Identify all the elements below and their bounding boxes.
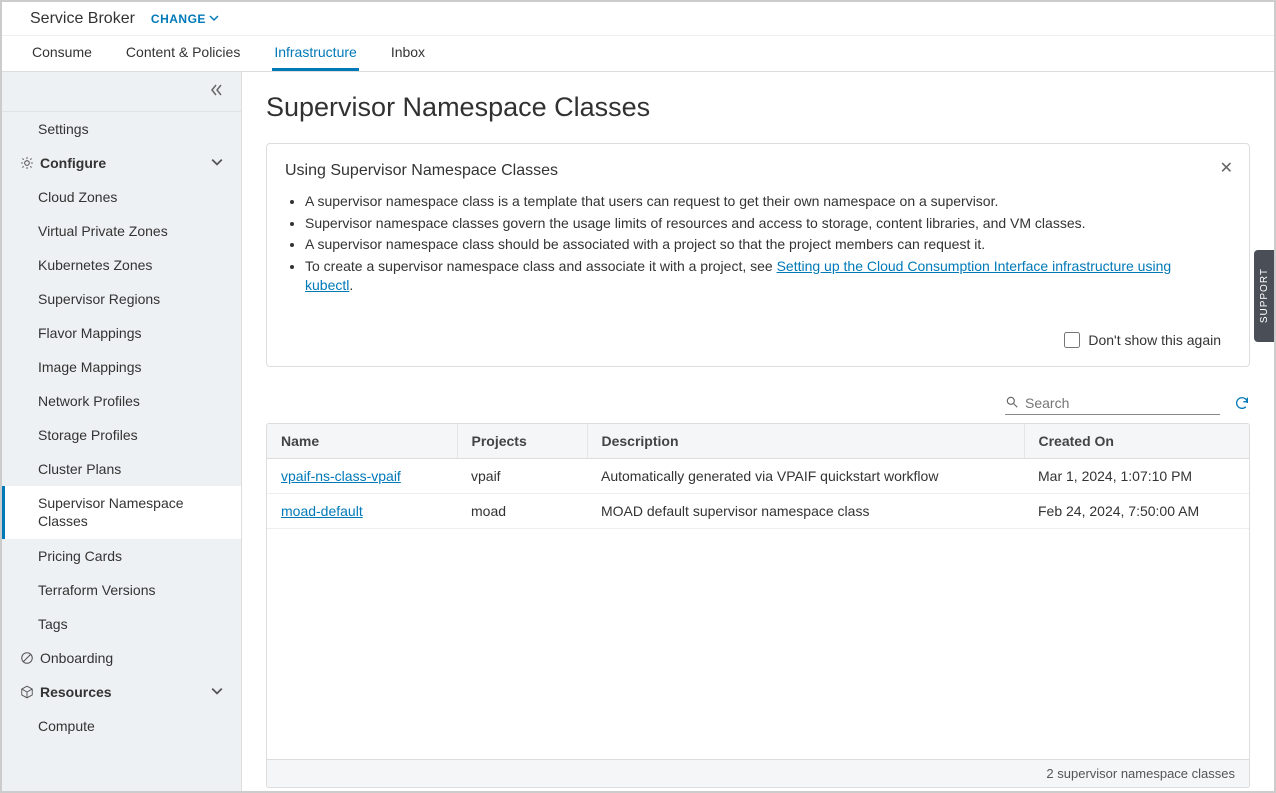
support-label: SUPPORT bbox=[1259, 268, 1270, 323]
tab-inbox[interactable]: Inbox bbox=[389, 36, 427, 71]
sidebar-item-label: Configure bbox=[40, 155, 106, 171]
sidebar-item-label: Flavor Mappings bbox=[38, 325, 142, 341]
sidebar-item-storage-profiles[interactable]: Storage Profiles bbox=[2, 418, 241, 452]
cell-name: moad-default bbox=[267, 493, 457, 528]
cell-description: Automatically generated via VPAIF quicks… bbox=[587, 458, 1024, 493]
namespace-classes-table: Name Projects Description Created On vpa… bbox=[266, 423, 1250, 788]
col-description[interactable]: Description bbox=[587, 424, 1024, 459]
support-tab[interactable]: SUPPORT bbox=[1254, 250, 1274, 342]
search-icon bbox=[1005, 395, 1019, 412]
sidebar-item-label: Kubernetes Zones bbox=[38, 257, 152, 273]
cell-projects: moad bbox=[457, 493, 587, 528]
sidebar-item-label: Cloud Zones bbox=[38, 189, 117, 205]
sidebar-item-label: Compute bbox=[38, 718, 95, 734]
col-name[interactable]: Name bbox=[267, 424, 457, 459]
dont-show-label: Don't show this again bbox=[1088, 332, 1221, 348]
sidebar-item-supervisor-regions[interactable]: Supervisor Regions bbox=[2, 282, 241, 316]
info-panel: ✕ Using Supervisor Namespace Classes A s… bbox=[266, 143, 1250, 367]
sidebar-item-network-profiles[interactable]: Network Profiles bbox=[2, 384, 241, 418]
sidebar-item-cluster-plans[interactable]: Cluster Plans bbox=[2, 452, 241, 486]
cell-created: Mar 1, 2024, 1:07:10 PM bbox=[1024, 458, 1249, 493]
cell-description: MOAD default supervisor namespace class bbox=[587, 493, 1024, 528]
sidebar-item-image-mappings[interactable]: Image Mappings bbox=[2, 350, 241, 384]
close-icon[interactable]: ✕ bbox=[1220, 158, 1233, 178]
table-footer: 2 supervisor namespace classes bbox=[267, 759, 1249, 787]
sidebar-item-label: Cluster Plans bbox=[38, 461, 121, 477]
col-projects[interactable]: Projects bbox=[457, 424, 587, 459]
gear-icon bbox=[18, 156, 36, 170]
chevron-down-icon bbox=[211, 684, 223, 700]
primary-tabs: Consume Content & Policies Infrastructur… bbox=[2, 36, 1274, 72]
table-header-row: Name Projects Description Created On bbox=[267, 424, 1249, 459]
cancel-circle-icon bbox=[18, 651, 36, 665]
app-title: Service Broker bbox=[30, 10, 135, 28]
sidebar-item-label: Image Mappings bbox=[38, 359, 142, 375]
sidebar-item-terraform-versions[interactable]: Terraform Versions bbox=[2, 573, 241, 607]
sidebar-item-label: Supervisor Namespace Classes bbox=[38, 495, 191, 530]
sidebar-group-configure[interactable]: Configure bbox=[2, 146, 241, 180]
sidebar-item-tags[interactable]: Tags bbox=[2, 607, 241, 641]
sidebar: Settings Configure Cloud Zones Virtual P… bbox=[2, 72, 242, 791]
app-header: Service Broker CHANGE bbox=[2, 2, 1274, 36]
info-bullet: Supervisor namespace classes govern the … bbox=[305, 214, 1221, 234]
sidebar-item-label: Storage Profiles bbox=[38, 427, 138, 443]
table-row[interactable]: moad-default moad MOAD default superviso… bbox=[267, 493, 1249, 528]
dont-show-row: Don't show this again bbox=[285, 332, 1221, 348]
table-empty-space bbox=[267, 529, 1249, 759]
sidebar-item-pricing-cards[interactable]: Pricing Cards bbox=[2, 539, 241, 573]
sidebar-item-compute[interactable]: Compute bbox=[2, 709, 241, 743]
info-bullet: To create a supervisor namespace class a… bbox=[305, 257, 1221, 296]
info-bullets: A supervisor namespace class is a templa… bbox=[285, 192, 1221, 296]
double-chevron-left-icon bbox=[209, 83, 223, 100]
search-row bbox=[266, 395, 1250, 415]
col-created[interactable]: Created On bbox=[1024, 424, 1249, 459]
sidebar-item-kubernetes-zones[interactable]: Kubernetes Zones bbox=[2, 248, 241, 282]
namespace-class-link[interactable]: vpaif-ns-class-vpaif bbox=[281, 468, 401, 484]
sidebar-item-label: Onboarding bbox=[40, 650, 113, 666]
sidebar-item-label: Virtual Private Zones bbox=[38, 223, 168, 239]
sidebar-item-label: Supervisor Regions bbox=[38, 291, 160, 307]
search-wrap bbox=[1005, 395, 1220, 415]
tab-consume[interactable]: Consume bbox=[30, 36, 94, 71]
namespace-class-link[interactable]: moad-default bbox=[281, 503, 363, 519]
sidebar-item-supervisor-namespace-classes[interactable]: Supervisor Namespace Classes bbox=[2, 486, 241, 539]
change-service-link[interactable]: CHANGE bbox=[151, 12, 219, 26]
sidebar-item-label: Tags bbox=[38, 616, 68, 632]
sidebar-item-label: Network Profiles bbox=[38, 393, 140, 409]
sidebar-item-flavor-mappings[interactable]: Flavor Mappings bbox=[2, 316, 241, 350]
cell-projects: vpaif bbox=[457, 458, 587, 493]
sidebar-item-label: Pricing Cards bbox=[38, 548, 122, 564]
main-content: Supervisor Namespace Classes ✕ Using Sup… bbox=[242, 72, 1274, 791]
sidebar-item-cloud-zones[interactable]: Cloud Zones bbox=[2, 180, 241, 214]
sidebar-item-settings[interactable]: Settings bbox=[2, 112, 241, 146]
dont-show-checkbox[interactable] bbox=[1064, 332, 1080, 348]
info-bullet: A supervisor namespace class is a templa… bbox=[305, 192, 1221, 212]
page-title: Supervisor Namespace Classes bbox=[266, 92, 1250, 123]
sidebar-item-label: Resources bbox=[40, 684, 112, 700]
refresh-icon[interactable] bbox=[1234, 395, 1250, 414]
cube-icon bbox=[18, 685, 36, 699]
sidebar-group-resources[interactable]: Resources bbox=[2, 675, 241, 709]
change-label: CHANGE bbox=[151, 12, 206, 26]
sidebar-item-label: Settings bbox=[38, 121, 89, 137]
chevron-down-icon bbox=[209, 12, 219, 26]
info-heading: Using Supervisor Namespace Classes bbox=[285, 162, 1221, 180]
chevron-down-icon bbox=[211, 155, 223, 171]
search-input[interactable] bbox=[1019, 395, 1220, 411]
sidebar-collapse-button[interactable] bbox=[2, 72, 241, 112]
cell-created: Feb 24, 2024, 7:50:00 AM bbox=[1024, 493, 1249, 528]
tab-content-policies[interactable]: Content & Policies bbox=[124, 36, 242, 71]
info-bullet: A supervisor namespace class should be a… bbox=[305, 235, 1221, 255]
cell-name: vpaif-ns-class-vpaif bbox=[267, 458, 457, 493]
sidebar-group-onboarding[interactable]: Onboarding bbox=[2, 641, 241, 675]
table-row[interactable]: vpaif-ns-class-vpaif vpaif Automatically… bbox=[267, 458, 1249, 493]
sidebar-item-label: Terraform Versions bbox=[38, 582, 155, 598]
sidebar-item-virtual-private-zones[interactable]: Virtual Private Zones bbox=[2, 214, 241, 248]
tab-infrastructure[interactable]: Infrastructure bbox=[272, 36, 358, 71]
